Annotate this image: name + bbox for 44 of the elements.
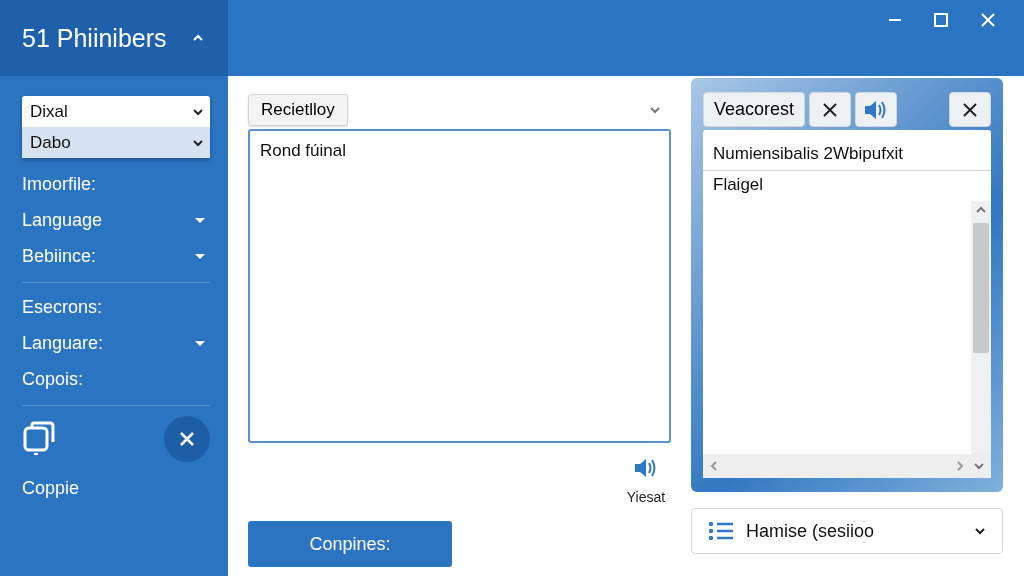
speaker-button[interactable]	[855, 92, 898, 127]
sidebar-label: Coppie	[22, 478, 81, 499]
chevron-left-icon[interactable]	[709, 460, 719, 472]
tab[interactable]: Recietlloy	[248, 94, 348, 126]
app-title: 51 Phiinibers	[22, 23, 167, 53]
close-icon[interactable]	[980, 12, 996, 28]
chevron-up-icon[interactable]	[192, 33, 204, 43]
text-area[interactable]: Rond fúinal	[248, 129, 671, 443]
scrollbar-thumb[interactable]	[973, 223, 989, 353]
picker-option[interactable]: Dixal	[22, 96, 210, 127]
dropdown-label[interactable]: Bebiince:	[22, 245, 97, 267]
dropdown-label[interactable]: Language	[22, 209, 103, 231]
vertical-scrollbar[interactable]	[971, 201, 991, 454]
chevron-down-icon[interactable]	[973, 461, 985, 471]
maximize-icon[interactable]	[934, 13, 948, 27]
dropdown-arrow-icon[interactable]	[194, 215, 206, 225]
sidebar-label: Imoorfile:	[22, 173, 97, 195]
dropdown-arrow-icon[interactable]	[194, 251, 206, 261]
chevron-down-icon	[974, 526, 986, 536]
chevron-up-icon[interactable]	[975, 205, 987, 215]
chevron-right-icon[interactable]	[955, 460, 965, 472]
copy-icon[interactable]	[22, 420, 56, 458]
chevron-down-icon	[192, 137, 204, 148]
close-icon	[179, 431, 195, 447]
close-icon	[822, 101, 839, 118]
list-item[interactable]: Numiensibalis 2Wbipufxit	[703, 140, 991, 170]
list-icon	[708, 521, 734, 541]
horizontal-scrollbar[interactable]	[703, 454, 991, 478]
close-button[interactable]	[164, 416, 210, 462]
speaker-label: Yiesat	[626, 489, 666, 505]
chevron-down-icon	[192, 106, 204, 117]
dropdown-arrow-icon[interactable]	[194, 338, 206, 348]
chevron-down-icon[interactable]	[649, 105, 661, 115]
close-icon	[962, 101, 978, 118]
sidebar-label: Copois:	[22, 368, 84, 390]
sidebar-label: Esecrons:	[22, 296, 103, 318]
continue-button[interactable]: Conpines:	[248, 521, 452, 567]
dropdown[interactable]: Hamise (sesiioo	[691, 508, 1003, 554]
list-item[interactable]: Flaigel	[703, 170, 991, 201]
close-button[interactable]	[809, 92, 852, 127]
close-button[interactable]	[949, 92, 991, 127]
picker-option[interactable]: Dabo	[22, 127, 210, 158]
tab[interactable]: Veacorest	[703, 92, 806, 127]
dropdown-label[interactable]: Languare:	[22, 332, 104, 354]
